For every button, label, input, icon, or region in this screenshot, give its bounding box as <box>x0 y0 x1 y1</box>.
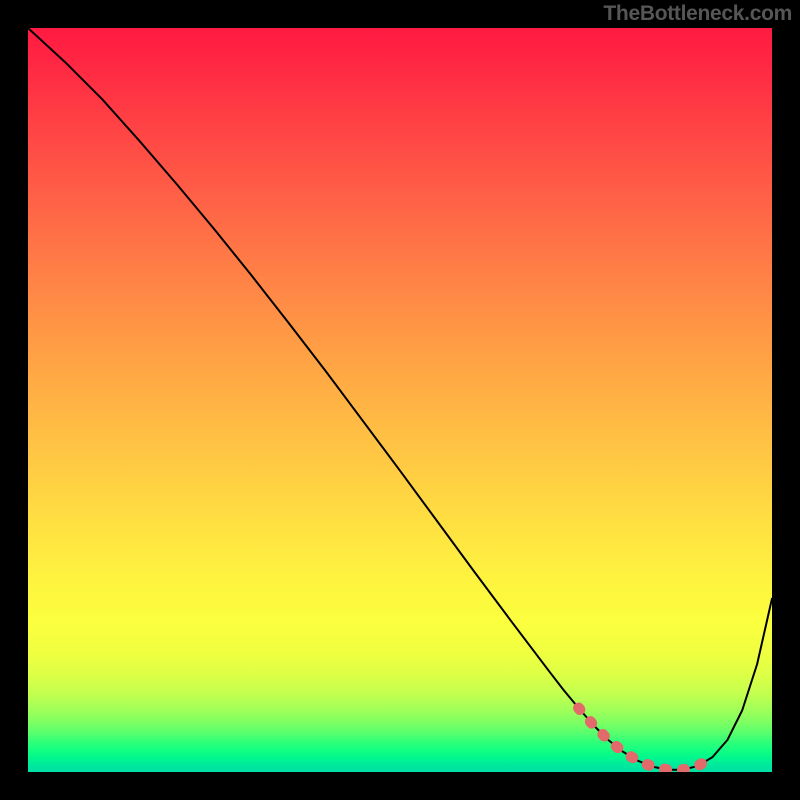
bottleneck-curve <box>28 28 772 770</box>
plot-area <box>28 28 772 772</box>
curve-layer <box>28 28 772 772</box>
chart-container: TheBottleneck.com <box>0 0 800 800</box>
watermark-label: TheBottleneck.com <box>603 2 792 26</box>
bottleneck-highlight <box>579 708 713 770</box>
